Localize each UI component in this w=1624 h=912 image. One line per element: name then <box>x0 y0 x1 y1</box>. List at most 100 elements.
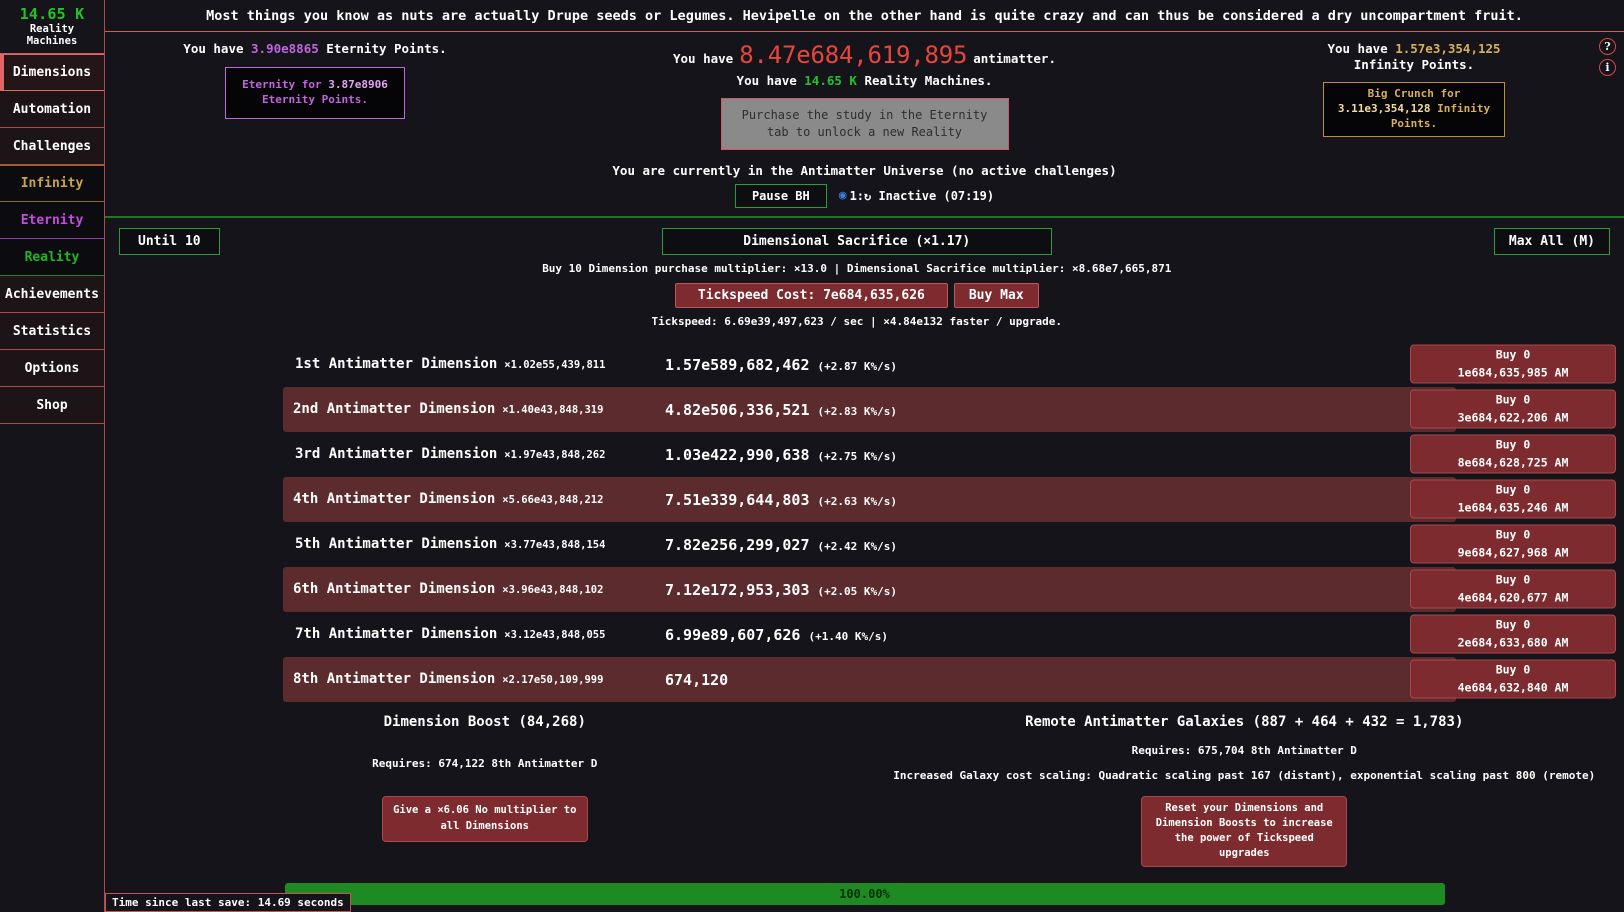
dimension-multiplier: ×1.97e43,848,262 <box>504 449 606 462</box>
reality-button[interactable]: Purchase the study in the Eternity tab t… <box>720 97 1009 150</box>
dimension-rate: (+2.75 K%/s) <box>817 450 897 464</box>
galaxy-title: Remote Antimatter Galaxies (887 + 464 + … <box>1025 713 1464 730</box>
dimension-name: 4th Antimatter Dimension <box>293 491 496 508</box>
dimension-buy-button[interactable]: Buy 0 4e684,632,840 AM <box>1410 659 1616 699</box>
dimension-buy-button[interactable]: Buy 0 8e684,628,725 AM <box>1410 434 1616 474</box>
infinity-points-value: 1.57e3,354,125 <box>1395 41 1501 56</box>
dimension-name: 5th Antimatter Dimension <box>295 536 498 553</box>
sidebar-label-infinity: Infinity <box>20 176 84 191</box>
galaxy-button[interactable]: Reset your Dimensions and Dimension Boos… <box>1141 795 1348 867</box>
dimension-buy-label: Buy 0 <box>1495 662 1531 677</box>
universe-status: You are currently in the Antimatter Univ… <box>612 162 1117 178</box>
dimension-row: 1st Antimatter Dimension ×1.02e55,439,811… <box>105 342 1624 387</box>
save-status: Time since last save: 14.69 seconds <box>105 893 351 912</box>
dimension-buy-button[interactable]: Buy 0 2e684,633,680 AM <box>1410 614 1616 654</box>
eternity-button[interactable]: Eternity for 3.87e8906 Eternity Points. <box>225 66 405 119</box>
antimatter-display: You have 8.47e684,619,895 antimatter. <box>673 41 1056 69</box>
dimension-buy-cost: 3e684,622,206 AM <box>1457 410 1569 425</box>
dimension-name: 8th Antimatter Dimension <box>293 671 496 688</box>
dimension-multiplier: ×1.02e55,439,811 <box>504 359 606 372</box>
tickspeed-info: Tickspeed: 6.69e39,497,623 / sec | ×4.84… <box>651 314 1063 328</box>
sidebar-item-dimensions[interactable]: Dimensions <box>0 54 104 91</box>
dimension-buy-label: Buy 0 <box>1495 347 1531 362</box>
dimension-row: 8th Antimatter Dimension ×2.17e50,109,999… <box>283 656 1616 702</box>
dimension-amount: 4.82e506,336,521 <box>665 401 810 420</box>
eternity-have-suffix: Eternity Points. <box>318 41 447 56</box>
dimension-name: 6th Antimatter Dimension <box>293 581 496 598</box>
galaxy-requires: Requires: 675,704 8th Antimatter D <box>1131 743 1357 757</box>
dimension-amount-wrap: 1.03e422,990,638 (+2.75 K%/s) <box>665 446 897 464</box>
big-crunch-button[interactable]: Big Crunch for 3.11e3,354,128 Infinity P… <box>1323 82 1505 137</box>
infinity-have-prefix: You have <box>1327 41 1396 56</box>
dimension-name: 3rd Antimatter Dimension <box>295 446 498 463</box>
antimatter-value: 8.47e684,619,895 <box>739 41 968 69</box>
crunch-prefix: Big Crunch for <box>1367 87 1461 101</box>
dimension-row-inner: 2nd Antimatter Dimension ×1.40e43,848,319… <box>283 401 1456 420</box>
dimension-buy-button[interactable]: Buy 0 1e684,635,985 AM <box>1410 344 1616 384</box>
dimension-row: 4th Antimatter Dimension ×5.66e43,848,212… <box>283 476 1616 522</box>
sidebar-item-eternity[interactable]: Eternity <box>0 202 104 239</box>
dimension-amount-wrap: 7.51e339,644,803 (+2.63 K%/s) <box>665 491 897 509</box>
eternity-button-prefix: Eternity for <box>242 77 329 91</box>
rm-suffix: Reality Machines. <box>856 73 993 88</box>
rm-prefix: You have <box>736 73 805 88</box>
dimension-amount: 7.12e172,953,303 <box>665 581 810 600</box>
dimension-row-inner: 6th Antimatter Dimension ×3.96e43,848,102… <box>283 581 1456 600</box>
eternity-points-display: You have 3.90e8865 Eternity Points. <box>183 41 446 57</box>
dimension-buy-cost: 1e684,635,985 AM <box>1457 365 1569 380</box>
reality-machines-label-line1: Reality <box>29 23 75 36</box>
dimension-rate: (+2.83 K%/s) <box>817 405 897 419</box>
sidebar-label-eternity: Eternity <box>20 212 84 228</box>
infinity-have-suffix: Infinity Points. <box>1353 56 1475 72</box>
sidebar-label-automation: Automation <box>12 101 92 117</box>
pause-bh-button[interactable]: Pause BH <box>734 183 827 208</box>
until-10-button[interactable]: Until 10 <box>119 227 220 255</box>
dimension-buy-label: Buy 0 <box>1495 617 1531 632</box>
dimension-row-inner: 4th Antimatter Dimension ×5.66e43,848,212… <box>283 491 1456 509</box>
help-icon[interactable]: ? <box>1599 38 1616 55</box>
dimension-rate: (+2.87 K%/s) <box>817 360 897 374</box>
tickspeed-cost-button[interactable]: Tickspeed Cost: 7e684,635,626 <box>674 282 948 308</box>
sidebar-item-shop[interactable]: Shop <box>0 387 104 424</box>
info-icon[interactable]: i <box>1599 59 1616 76</box>
dimension-buy-label: Buy 0 <box>1495 572 1531 587</box>
dimension-buy-button[interactable]: Buy 0 1e684,635,246 AM <box>1410 479 1616 519</box>
dimension-name: 7th Antimatter Dimension <box>295 626 498 643</box>
max-all-button[interactable]: Max All (M) <box>1493 227 1610 255</box>
dimension-rate: (+2.63 K%/s) <box>817 495 897 509</box>
dimension-buy-button[interactable]: Buy 0 4e684,620,677 AM <box>1410 569 1616 609</box>
reality-machines-label-line2: Machines <box>26 35 78 48</box>
dimension-amount: 1.03e422,990,638 <box>665 446 810 465</box>
black-hole-dot-icon: ◉ <box>838 188 847 204</box>
sidebar-item-statistics[interactable]: Statistics <box>0 313 104 350</box>
eternity-panel: You have 3.90e8865 Eternity Points. Eter… <box>105 41 525 119</box>
sidebar-item-options[interactable]: Options <box>0 350 104 387</box>
dimension-buy-button[interactable]: Buy 0 9e684,627,968 AM <box>1410 524 1616 564</box>
sidebar-label-achievements: Achievements <box>5 286 99 302</box>
sidebar-item-infinity[interactable]: Infinity <box>0 165 104 202</box>
sidebar-item-challenges[interactable]: Challenges <box>0 128 104 165</box>
sidebar-item-reality[interactable]: Reality <box>0 239 104 276</box>
help-icon-group: ? i <box>1599 38 1616 76</box>
sidebar: 14.65 K Reality Machines Dimensions Auto… <box>0 0 105 912</box>
sidebar-label-options: Options <box>24 360 80 376</box>
dimension-buy-cost: 4e684,632,840 AM <box>1457 680 1569 695</box>
dimension-boost-button[interactable]: Give a ×6.06 No multiplier to all Dimens… <box>381 795 588 842</box>
dimensional-sacrifice-button[interactable]: Dimensional Sacrifice (×1.17) <box>661 227 1052 255</box>
crunch-value: 3.11e3,354,128 <box>1337 102 1431 116</box>
dimension-buy-button[interactable]: Buy 0 3e684,622,206 AM <box>1410 389 1616 429</box>
black-hole-row: Pause BH ◉ 1:↻ Inactive (07:19) <box>105 183 1624 208</box>
sidebar-label-challenges: Challenges <box>12 138 92 154</box>
dimensions-panel: Until 10 Dimensional Sacrifice (×1.17) B… <box>105 218 1624 912</box>
tickspeed-buy-max-button[interactable]: Buy Max <box>953 282 1039 308</box>
dimension-list: 1st Antimatter Dimension ×1.02e55,439,811… <box>105 342 1624 702</box>
dimension-row: 3rd Antimatter Dimension ×1.97e43,848,262… <box>105 432 1624 477</box>
tickspeed-row: Tickspeed Cost: 7e684,635,626 Buy Max <box>674 282 1039 308</box>
sidebar-item-achievements[interactable]: Achievements <box>0 276 104 313</box>
dimension-buy-cost: 9e684,627,968 AM <box>1457 545 1569 560</box>
sidebar-label-dimensions: Dimensions <box>12 65 92 80</box>
sidebar-item-automation[interactable]: Automation <box>0 91 104 128</box>
dimension-multiplier: ×3.77e43,848,154 <box>504 539 606 552</box>
dimension-amount: 7.82e256,299,027 <box>665 536 810 555</box>
dimension-amount: 1.57e589,682,462 <box>665 356 810 375</box>
